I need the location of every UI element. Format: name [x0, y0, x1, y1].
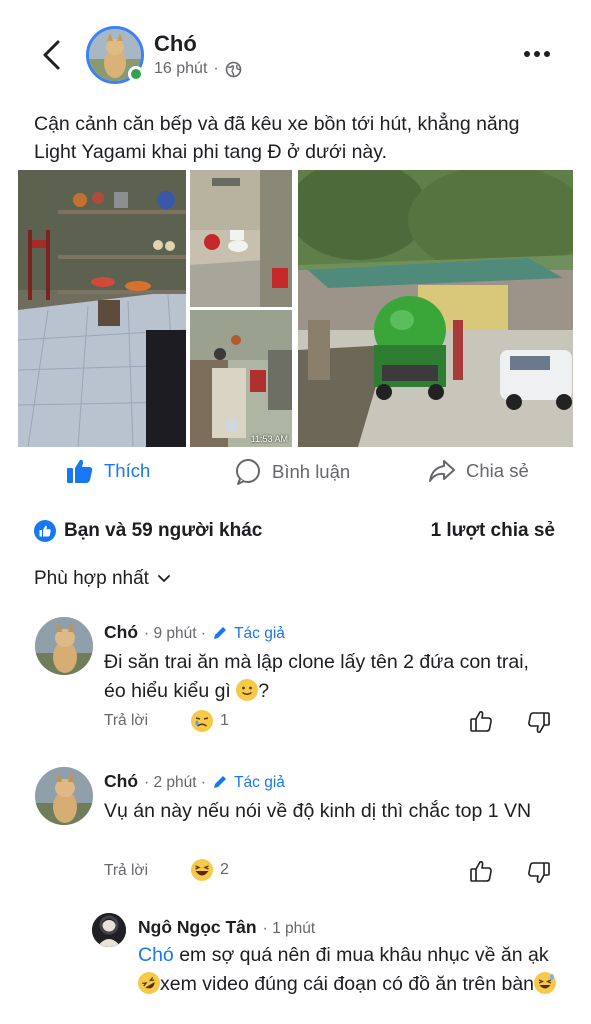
comment-text: Đi săn trai ăn mà lập clone lấy tên 2 đứ…: [104, 651, 529, 702]
upvote-icon[interactable]: [469, 859, 493, 883]
post-meta: 16 phút ·: [154, 60, 242, 78]
comment-reactions[interactable]: 1: [190, 709, 229, 733]
comment-avatar[interactable]: [35, 617, 93, 675]
reply-text: Chó em sợ quá nên đi mua khâu nhục về ăn…: [138, 941, 558, 999]
reaction-count: 1: [220, 712, 229, 729]
comment-header: Chó · 2 phút · Tác giả: [104, 771, 285, 792]
reply-time: · 1 phút: [262, 920, 316, 937]
comment-text: Vụ án này nếu nói về độ kinh dị thì chắc…: [104, 800, 532, 822]
comment-author[interactable]: Chó: [104, 771, 138, 792]
share-count[interactable]: 1 lượt chia sẻ: [431, 520, 555, 542]
comment-avatar[interactable]: [35, 767, 93, 825]
comment-button[interactable]: Bình luận: [234, 458, 350, 486]
comment-header: Chó · 9 phút · Tác giả: [104, 622, 285, 643]
reaction-count-text: Bạn và 59 người khác: [64, 520, 263, 541]
downvote-icon[interactable]: [527, 861, 551, 885]
upvote-icon[interactable]: [469, 709, 493, 733]
reply-button[interactable]: Trả lời: [104, 712, 148, 730]
sad-reaction-icon: [191, 710, 213, 732]
reply-button[interactable]: Trả lời: [104, 862, 148, 880]
share-button[interactable]: Chia sẻ: [428, 458, 529, 484]
like-reaction-icon: [34, 520, 56, 542]
like-label: Thích: [104, 460, 151, 481]
photo-septic-truck[interactable]: [298, 170, 573, 447]
mention-link[interactable]: Chó: [138, 944, 174, 966]
comment-reactions[interactable]: 2: [190, 858, 229, 882]
reply-author[interactable]: Ngô Ngọc Tân: [138, 917, 257, 938]
reaction-summary[interactable]: Bạn và 59 người khác: [34, 520, 262, 542]
comment-label: Bình luận: [272, 461, 351, 482]
comment-bubble-icon: [236, 459, 260, 485]
comment-author[interactable]: Chó: [104, 622, 138, 643]
globe-icon: [225, 61, 242, 77]
comment-time: · 9 phút ·: [144, 625, 207, 642]
comment-time: · 2 phút ·: [144, 774, 207, 791]
share-label: Chia sẻ: [466, 460, 529, 481]
sweat-smile-emoji-icon: [534, 972, 557, 994]
online-status-dot: [128, 66, 144, 82]
meta-separator: ·: [213, 60, 219, 77]
share-arrow-icon: [429, 460, 455, 482]
downvote-icon[interactable]: [527, 711, 551, 735]
thumbs-up-icon: [67, 459, 93, 483]
photo-bathroom[interactable]: [190, 170, 292, 307]
post-time[interactable]: 16 phút: [154, 60, 207, 78]
more-options-icon[interactable]: [522, 44, 552, 64]
reaction-count: 2: [220, 861, 229, 878]
chevron-down-icon: [158, 575, 170, 583]
pencil-icon: [214, 626, 227, 639]
reply-avatar[interactable]: [92, 913, 126, 947]
comment-sort-dropdown[interactable]: Phù hợp nhất: [34, 568, 171, 590]
back-arrow-icon[interactable]: [38, 38, 66, 72]
photo-kitchen-corner[interactable]: 11:53 AM: [190, 310, 292, 447]
rofl-emoji-icon: [138, 972, 160, 994]
post-caption: Cận cảnh căn bếp và đã kêu xe bồn tới hú…: [34, 113, 520, 163]
author-badge: Tác giả: [234, 774, 285, 791]
photo-timestamp: 11:53 AM: [250, 434, 288, 444]
pencil-icon: [214, 775, 227, 788]
sort-label: Phù hợp nhất: [34, 568, 149, 589]
post-author-name[interactable]: Chó: [154, 31, 197, 57]
haha-reaction-icon: [191, 859, 213, 881]
slightly-smiling-emoji-icon: [236, 679, 259, 701]
photo-kitchen-shelves[interactable]: [18, 170, 186, 447]
reply-header: Ngô Ngọc Tân · 1 phút: [138, 917, 315, 938]
like-button[interactable]: Thích: [66, 458, 150, 484]
author-badge: Tác giả: [234, 625, 285, 642]
